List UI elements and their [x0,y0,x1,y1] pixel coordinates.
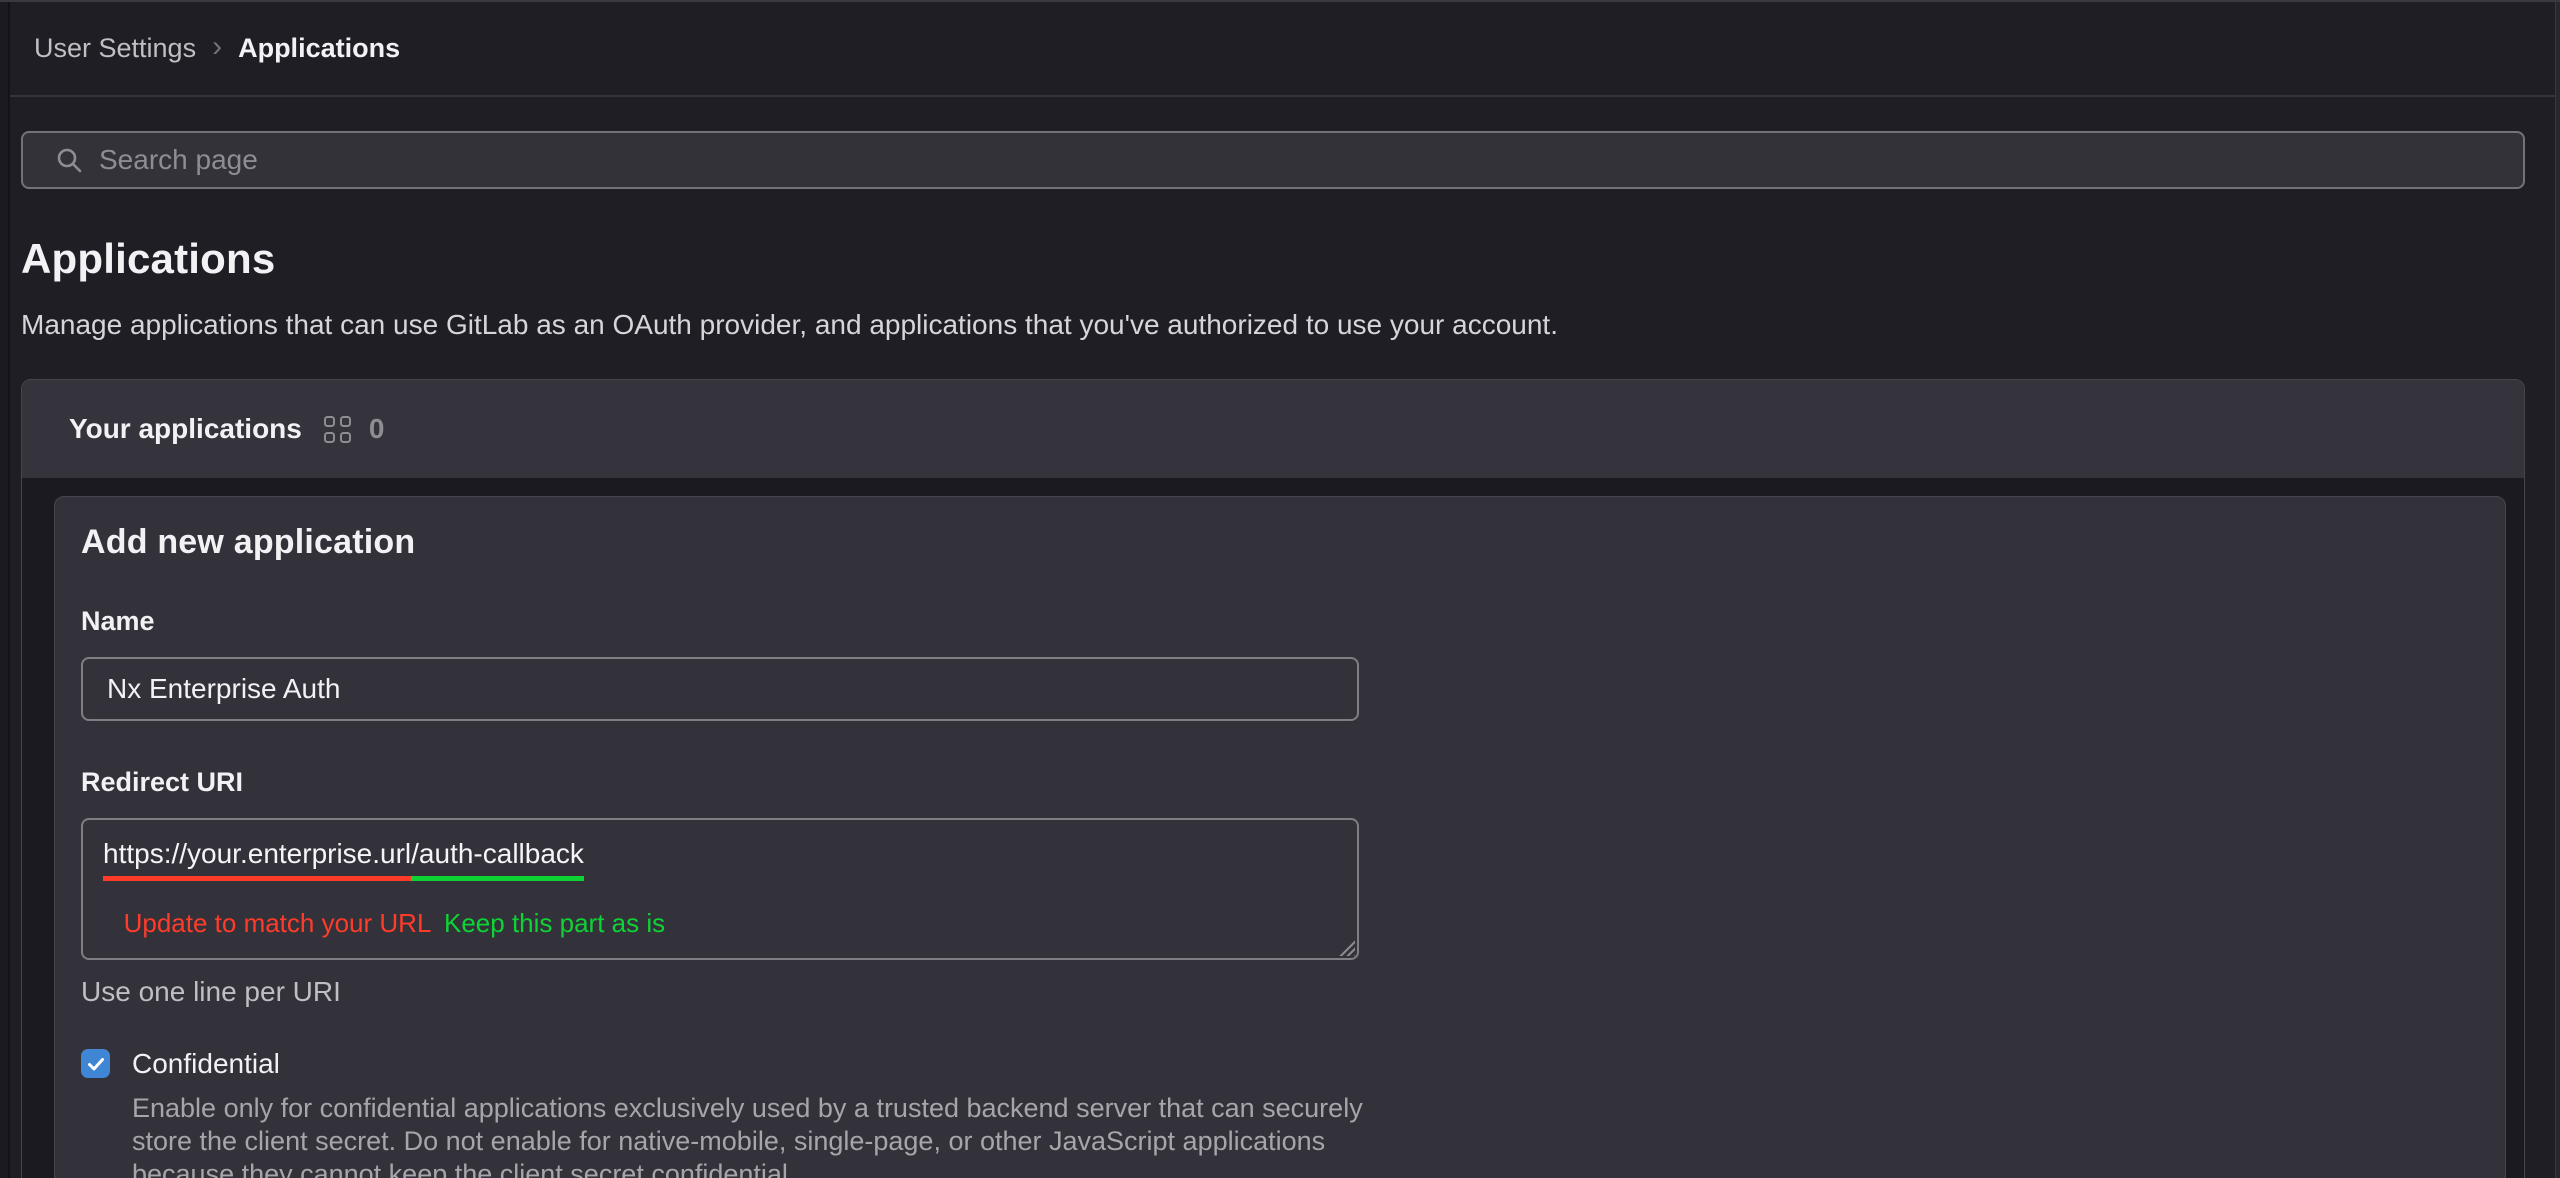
application-name-input[interactable] [81,657,1359,721]
breadcrumb-user-settings[interactable]: User Settings [34,33,196,64]
checkmark-icon [86,1054,106,1074]
search-icon [55,146,83,174]
applications-count-badge: 0 [369,413,385,445]
redirect-uri-label: Redirect URI [81,767,2475,798]
breadcrumb-current-page: Applications [238,33,400,64]
page-description: Manage applications that can use GitLab … [21,309,2525,341]
confidential-text-block: Confidential Enable only for confidentia… [132,1048,1382,1178]
confidential-label[interactable]: Confidential [132,1048,1382,1079]
redirect-uri-textarea[interactable]: https://your.enterprise.url/auth-callbac… [81,818,1359,960]
redirect-uri-path-part: /auth-callback [411,838,584,881]
redirect-uri-value: https://your.enterprise.url/auth-callbac… [103,836,1333,872]
textarea-resize-handle[interactable] [1338,939,1355,956]
add-application-title: Add new application [81,523,2475,562]
name-label: Name [81,606,2475,637]
panel-header: Your applications 0 [22,380,2524,478]
panel-title: Your applications [69,413,302,445]
add-application-card: Add new application Name Redirect URI ht… [54,496,2506,1178]
annotation-keep-part: Keep this part as is [444,908,665,939]
page-search-input[interactable] [99,144,2503,176]
page-content: Applications Manage applications that ca… [0,131,2560,1178]
scrollbar-track[interactable] [2555,2,2560,1178]
confidential-help-text: Enable only for confidential application… [132,1092,1382,1178]
redirect-uri-host-part: https://your.enterprise.url [103,838,411,881]
page-title: Applications [21,235,2525,283]
panel-body: Add new application Name Redirect URI ht… [22,478,2524,1178]
redirect-uri-hint: Use one line per URI [81,976,2475,1008]
chevron-right-icon: › [212,33,222,60]
annotation-update-url: Update to match your URL [105,908,450,939]
breadcrumb-bar: User Settings › Applications [0,2,2560,97]
left-edge-strip [0,2,10,1178]
search-box[interactable] [21,131,2525,189]
confidential-checkbox[interactable] [81,1049,110,1078]
applications-grid-icon [324,416,351,443]
confidential-row: Confidential Enable only for confidentia… [81,1048,2475,1178]
breadcrumb: User Settings › Applications [34,33,400,64]
your-applications-panel: Your applications 0 Add new application … [21,379,2525,1178]
